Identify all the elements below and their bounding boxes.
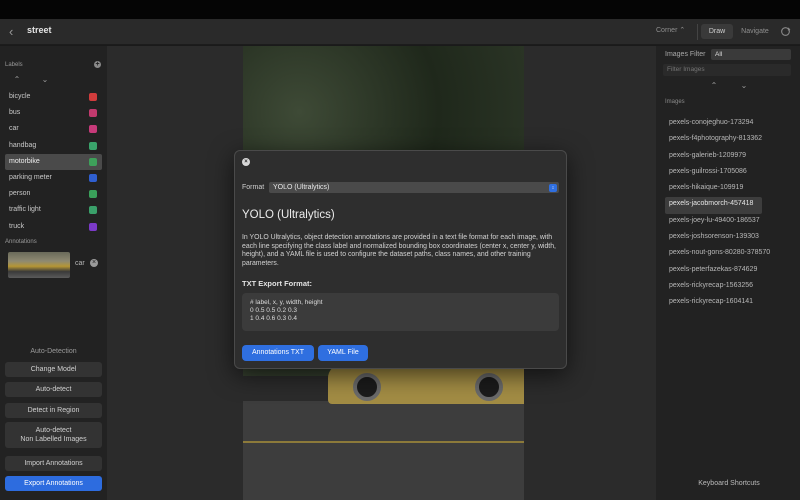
left-sidebar: Labels + ⌃ ⌄ bicycle bus car handbag mot… <box>0 46 107 500</box>
images-filter-label: Images Filter <box>665 51 706 58</box>
chevron-updown-icon: ↕ <box>549 183 557 192</box>
label-color-swatch <box>89 109 97 118</box>
sort-down-chevron-icon[interactable]: ⌄ <box>738 81 750 91</box>
auto-detection-title: Auto-Detection <box>30 348 77 355</box>
images-section-title: Images <box>665 99 685 105</box>
image-list-item[interactable]: pexels-hikaique-109919 <box>665 181 793 197</box>
label-color-swatch <box>89 190 97 199</box>
label-name: traffic light <box>9 206 41 214</box>
divider <box>697 24 698 40</box>
title-bar: ‹ street Corner ⌃ Draw Navigate <box>0 19 800 45</box>
label-color-swatch <box>89 222 97 231</box>
photo-wheel <box>475 373 503 401</box>
label-item[interactable]: person <box>5 186 102 202</box>
format-select[interactable]: YOLO (Ultralytics) ↕ <box>269 182 559 193</box>
label-color-swatch <box>89 157 97 166</box>
image-list-item[interactable]: pexels-guilrossi-1705086 <box>665 165 793 181</box>
image-list-item[interactable]: pexels-rickyrecap-1604141 <box>665 295 793 311</box>
dialog-title: YOLO (Ultralytics) <box>242 209 335 221</box>
export-annotations-button[interactable]: Export Annotations <box>5 476 102 491</box>
sort-up-chevron-icon[interactable]: ⌃ <box>708 81 720 91</box>
image-list-item[interactable]: pexels-joshsorenson-139303 <box>665 230 793 246</box>
label-item[interactable]: traffic light <box>5 202 102 218</box>
txt-format-subtitle: TXT Export Format: <box>242 279 313 288</box>
code-line: # label, x, y, width, height <box>250 299 323 306</box>
label-name: parking meter <box>9 173 52 181</box>
detect-in-region-button[interactable]: Detect in Region <box>5 403 102 418</box>
label-item[interactable]: bicycle <box>5 89 102 105</box>
back-chevron-icon[interactable]: ‹ <box>9 24 23 40</box>
label-list: bicycle bus car handbag motorbike parkin… <box>5 89 102 235</box>
label-name: car <box>9 125 19 133</box>
remove-annotation-icon[interactable]: × <box>90 259 98 267</box>
sort-up-chevron-icon[interactable]: ⌃ <box>11 75 23 85</box>
image-list: pexels-conojeghuo-173294 pexels-f4photog… <box>665 116 793 312</box>
label-item-selected[interactable]: motorbike <box>5 153 102 170</box>
image-list-item[interactable]: pexels-f4photography-813362 <box>665 132 793 148</box>
label-name: bus <box>9 109 21 117</box>
labels-section-title: Labels <box>5 62 23 68</box>
sort-down-chevron-icon[interactable]: ⌄ <box>39 75 51 85</box>
menu-bar <box>0 0 800 19</box>
export-format-dialog: × Format YOLO (Ultralytics) ↕ YOLO (Ultr… <box>234 150 567 369</box>
code-line: 1 0.4 0.6 0.3 0.4 <box>250 315 297 322</box>
photo-road <box>243 401 524 500</box>
code-line: 0 0.5 0.5 0.2 0.3 <box>250 307 297 314</box>
button-line: Auto-detect <box>35 427 72 434</box>
auto-detect-non-labelled-button[interactable]: Auto-detect Non Labelled Images <box>5 422 102 448</box>
images-filter-select[interactable]: All <box>711 49 791 60</box>
label-name: handbag <box>9 141 37 149</box>
image-list-item[interactable]: pexels-joey-lu-49400-186537 <box>665 214 793 230</box>
format-select-value: YOLO (Ultralytics) <box>273 184 330 191</box>
annotations-section-title: Annotations <box>5 239 37 245</box>
label-item[interactable]: car <box>5 121 102 137</box>
label-color-swatch <box>89 173 97 182</box>
image-list-item[interactable]: pexels-nout-gons-80280-378570 <box>665 246 793 262</box>
label-color-swatch <box>89 125 97 134</box>
image-list-item[interactable]: pexels-galerieb-1209979 <box>665 149 793 165</box>
import-annotations-button[interactable]: Import Annotations <box>5 456 102 471</box>
yaml-file-button[interactable]: YAML File <box>318 345 368 361</box>
auto-detect-button[interactable]: Auto-detect <box>5 382 102 397</box>
photo-road-line <box>243 441 524 443</box>
annotation-item[interactable]: car × <box>8 252 103 278</box>
photo-wheel <box>353 373 381 401</box>
format-label: Format <box>242 184 265 191</box>
change-model-button[interactable]: Change Model <box>5 362 102 377</box>
label-item[interactable]: parking meter <box>5 170 102 186</box>
filter-images-input[interactable] <box>663 64 791 76</box>
close-icon[interactable]: × <box>242 158 250 166</box>
label-name: person <box>9 190 31 198</box>
label-item[interactable]: handbag <box>5 138 102 154</box>
tab-draw[interactable]: Draw <box>701 24 733 39</box>
image-list-item[interactable]: pexels-conojeghuo-173294 <box>665 116 793 132</box>
tab-navigate[interactable]: Navigate <box>737 24 773 39</box>
image-list-item[interactable]: pexels-peterfazekas-874629 <box>665 263 793 279</box>
refresh-icon[interactable] <box>780 26 791 37</box>
label-name: bicycle <box>9 93 31 100</box>
label-color-swatch <box>89 141 97 150</box>
label-color-swatch <box>89 93 97 101</box>
image-list-item-selected[interactable]: pexels-jacobmorch-457418 <box>665 197 762 214</box>
image-list-item[interactable]: pexels-rickyrecap-1563256 <box>665 279 793 295</box>
label-color-swatch <box>89 206 97 215</box>
annotations-txt-button[interactable]: Annotations TXT <box>242 345 314 361</box>
add-label-icon[interactable]: + <box>94 61 101 68</box>
dialog-description: In YOLO Ultralytics, object detection an… <box>242 234 556 267</box>
label-item[interactable]: bus <box>5 105 102 121</box>
mode-select[interactable]: Corner ⌃ <box>656 26 685 34</box>
label-name: motorbike <box>9 157 40 165</box>
label-name: truck <box>9 222 25 230</box>
button-line: Non Labelled Images <box>20 436 87 443</box>
code-sample: # label, x, y, width, height 0 0.5 0.5 0… <box>242 293 559 331</box>
keyboard-shortcuts-button[interactable]: Keyboard Shortcuts <box>665 477 793 491</box>
annotation-label: car <box>75 260 85 267</box>
label-item[interactable]: truck <box>5 219 102 235</box>
annotation-thumbnail <box>8 252 70 278</box>
document-title: street <box>27 25 52 35</box>
